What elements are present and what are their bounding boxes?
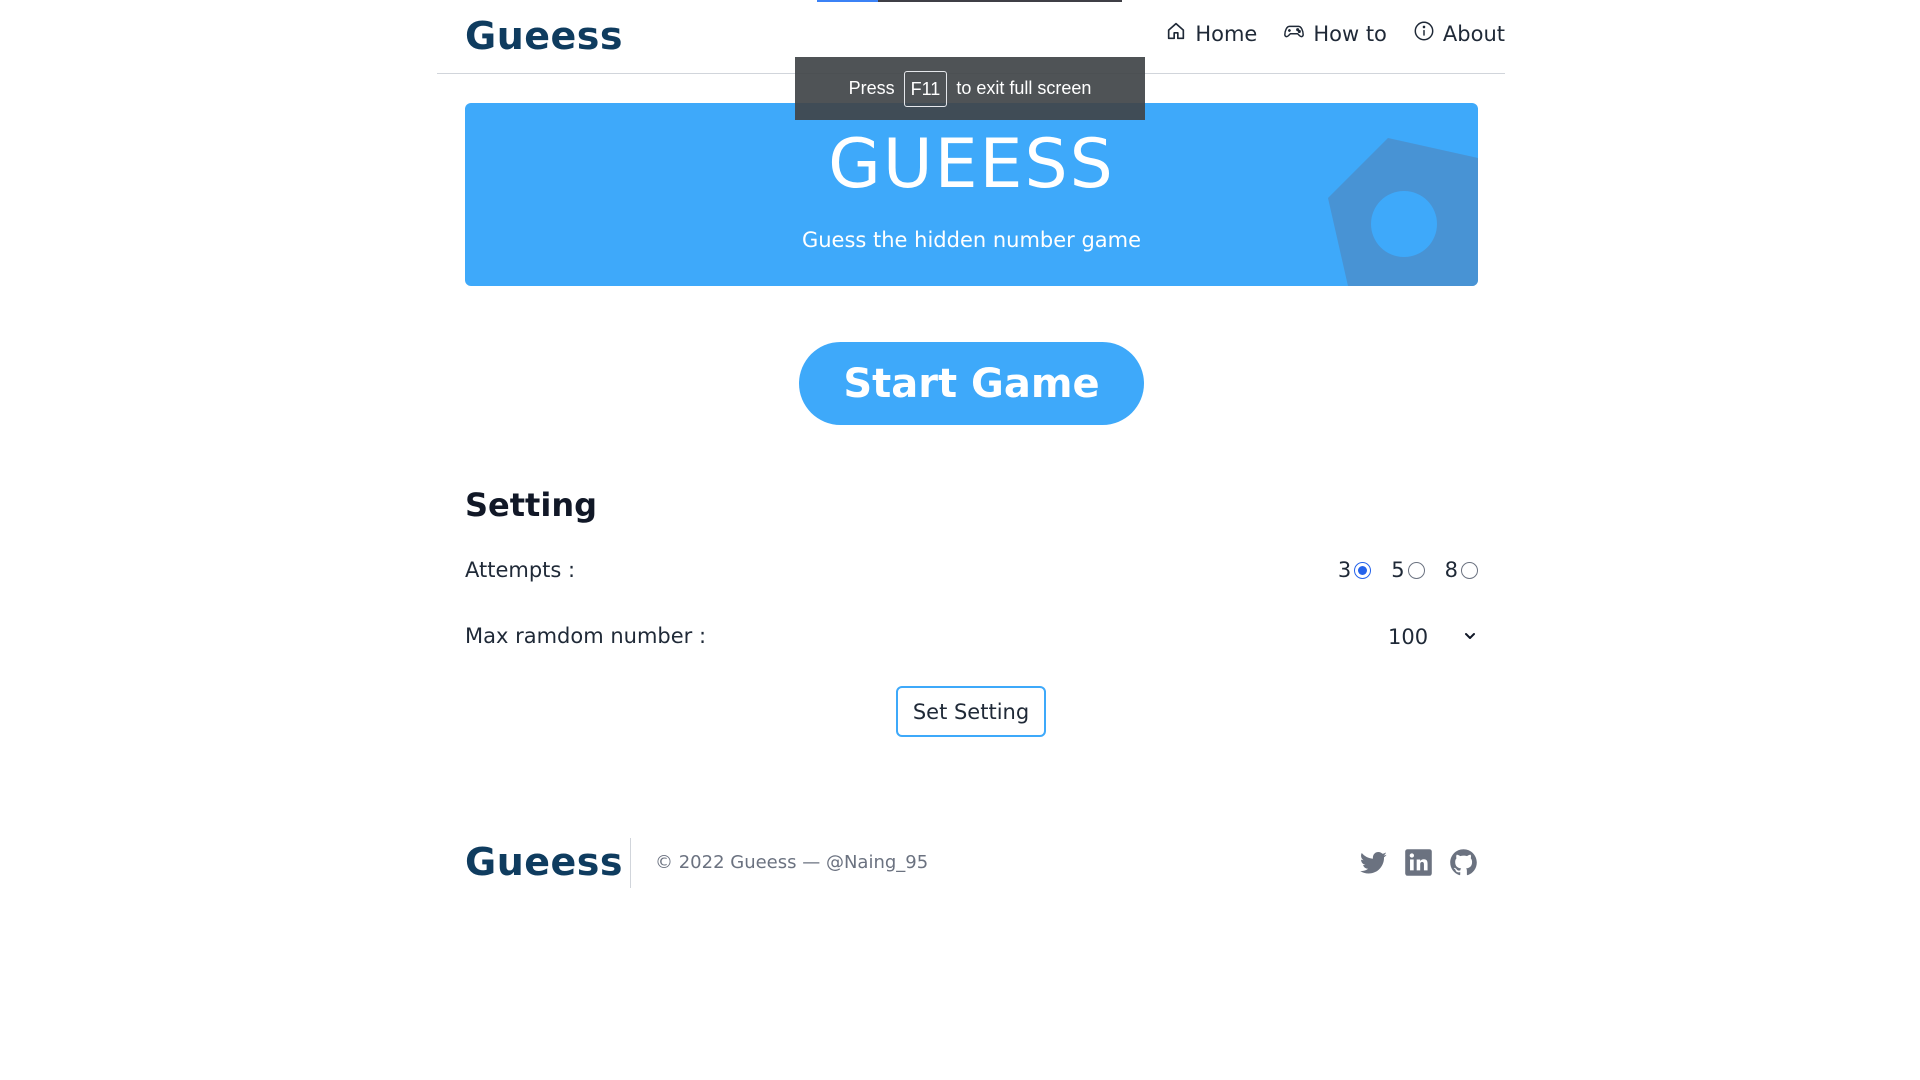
attempts-option-5[interactable]: 5 <box>1391 558 1425 582</box>
social-links <box>1359 848 1478 877</box>
max-random-number-value: 100 <box>1388 625 1429 649</box>
header-brand[interactable]: Gueess <box>465 14 623 58</box>
nav-home[interactable]: Home <box>1165 20 1257 47</box>
attempts-option-label: 8 <box>1444 558 1458 582</box>
main-nav: Home How to About <box>1165 20 1505 47</box>
footer-divider <box>630 838 631 888</box>
radio-button-checked[interactable] <box>1354 561 1372 579</box>
chevron-down-icon <box>1462 625 1478 649</box>
toast-suffix: to exit full screen <box>956 78 1092 98</box>
radio-button[interactable] <box>1461 561 1478 579</box>
gamepad-icon <box>1283 20 1305 47</box>
page: Gueess Home How to About GUEESS Guess th… <box>0 0 1920 1080</box>
settings-title: Setting <box>465 486 597 524</box>
radio-button[interactable] <box>1407 561 1425 579</box>
github-icon[interactable] <box>1449 848 1478 877</box>
footer-copyright: © 2022 Gueess — @Naing_95 <box>655 852 929 873</box>
info-icon <box>1413 20 1435 47</box>
toast-key: F11 <box>903 70 948 107</box>
nav-how-to[interactable]: How to <box>1283 20 1387 47</box>
max-random-number-select[interactable]: 100 <box>1388 620 1478 654</box>
fullscreen-exit-toast: Press F11 to exit full screen <box>795 57 1145 120</box>
set-setting-button[interactable]: Set Setting <box>896 686 1046 737</box>
start-game-button[interactable]: Start Game <box>799 342 1144 425</box>
hexagon-decoration-icon <box>1328 138 1478 286</box>
linkedin-icon[interactable] <box>1404 848 1433 877</box>
attempts-option-label: 3 <box>1337 558 1352 582</box>
twitter-icon[interactable] <box>1359 848 1388 877</box>
footer-brand[interactable]: Gueess <box>465 840 623 884</box>
max-random-number-label: Max ramdom number : <box>465 624 707 648</box>
attempts-option-label: 5 <box>1391 558 1405 582</box>
home-icon <box>1165 20 1187 47</box>
nav-about-label: About <box>1442 21 1505 46</box>
attempts-label: Attempts : <box>465 558 576 582</box>
attempts-radio-group: 3 5 8 <box>1338 558 1478 582</box>
attempts-option-8[interactable]: 8 <box>1445 558 1478 582</box>
nav-about[interactable]: About <box>1413 20 1505 47</box>
hero-banner: GUEESS Guess the hidden number game <box>465 103 1478 286</box>
nav-how-to-label: How to <box>1313 21 1387 46</box>
toast-prefix: Press <box>848 78 895 98</box>
attempts-option-3[interactable]: 3 <box>1337 558 1372 582</box>
nav-home-label: Home <box>1195 21 1258 46</box>
